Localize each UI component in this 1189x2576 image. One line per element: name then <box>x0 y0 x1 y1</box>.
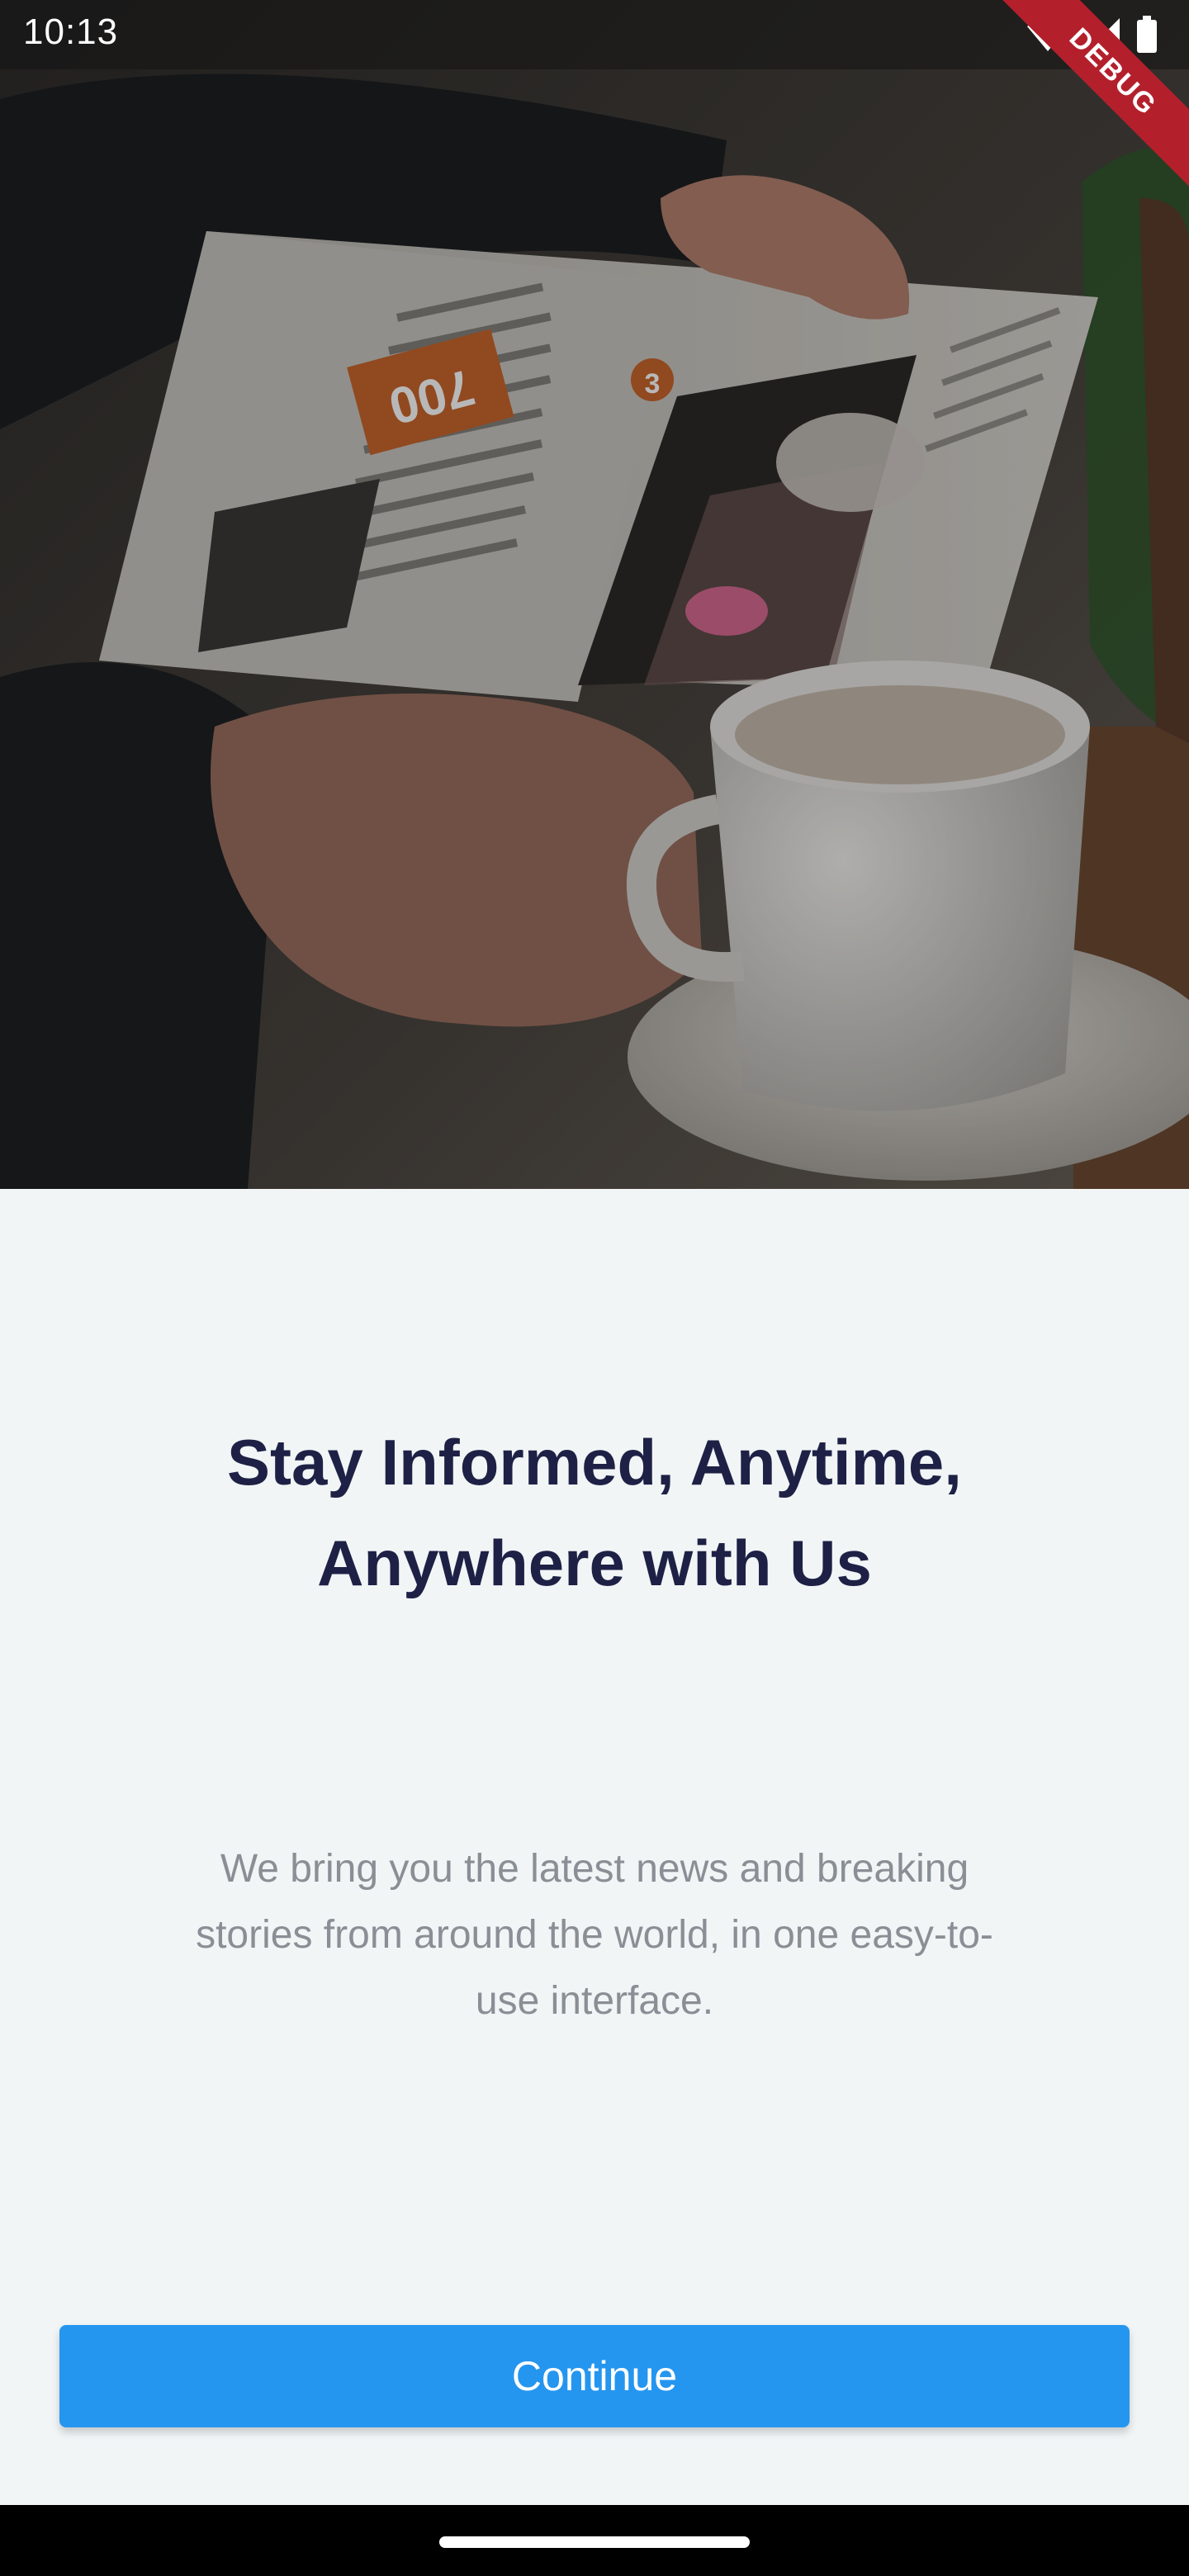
continue-button[interactable]: Continue <box>59 2325 1130 2427</box>
onboarding-screen: 700 3 10:13 DEBUG Stay Informed, Anytime… <box>0 0 1189 2576</box>
newspaper-coffee-illustration: 700 3 <box>0 0 1189 1189</box>
battery-icon <box>1137 16 1157 53</box>
navigation-bar <box>0 2505 1189 2576</box>
hero-image: 700 3 <box>0 0 1189 1189</box>
status-bar: 10:13 <box>0 0 1189 69</box>
onboarding-headline: Stay Informed, Anytime, Anywhere with Us <box>227 1426 962 1599</box>
onboarding-description: We bring you the latest news and breakin… <box>196 1847 993 2023</box>
status-time: 10:13 <box>23 12 119 52</box>
home-indicator[interactable] <box>439 2536 750 2548</box>
